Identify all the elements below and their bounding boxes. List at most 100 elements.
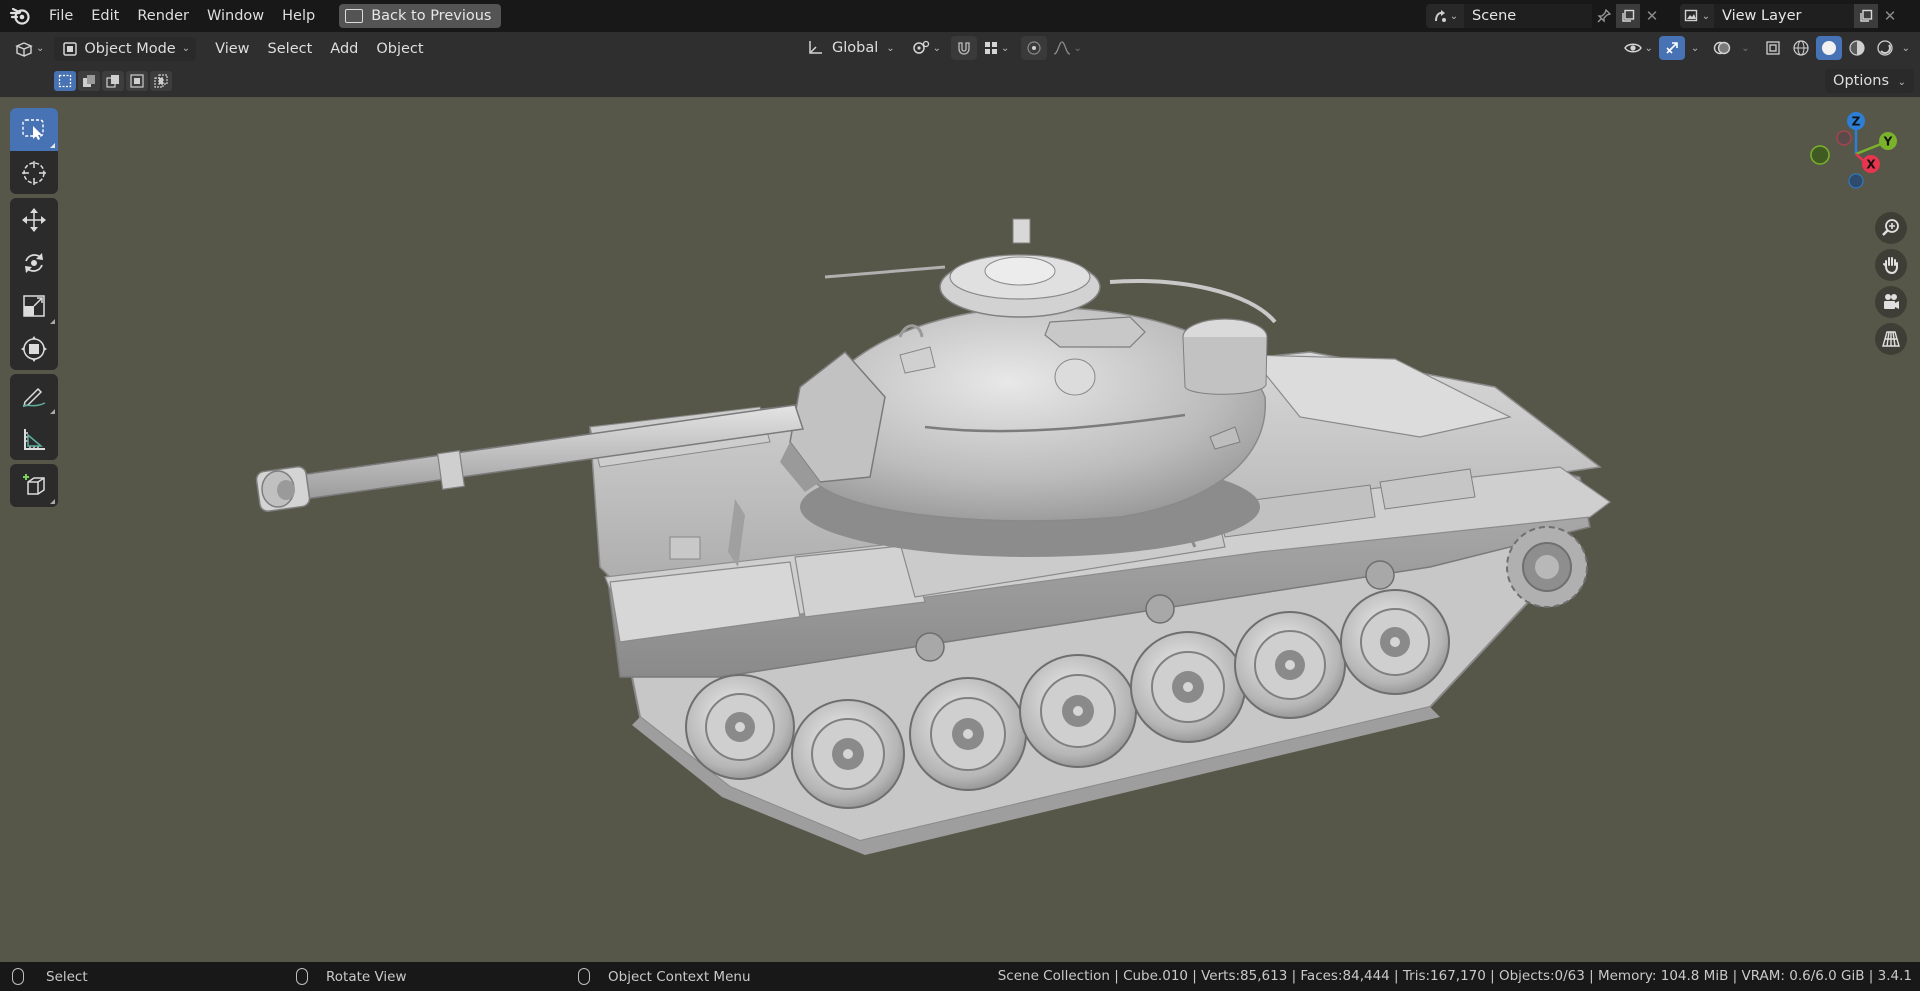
chevron-down-icon: ⌄: [36, 43, 45, 54]
pivot-point-dropdown[interactable]: ⌄: [905, 36, 947, 60]
3d-viewport[interactable]: Z Y X: [0, 97, 1920, 962]
mouse-middle-icon: [296, 968, 308, 985]
object-mode-dropdown[interactable]: Object Mode ⌄: [54, 36, 197, 61]
gizmo-neg-y[interactable]: [1810, 145, 1830, 165]
options-dropdown[interactable]: Options ⌄: [1825, 69, 1914, 93]
muzzle-brake: [255, 466, 311, 512]
shading-material-button[interactable]: [1844, 36, 1870, 60]
menu-add[interactable]: Add: [321, 37, 367, 61]
scale-icon: [23, 294, 45, 317]
shading-solid-button[interactable]: [1815, 36, 1842, 60]
overlays-icon: [1714, 41, 1731, 55]
overlays-dropdown[interactable]: ⌄: [1737, 36, 1753, 60]
chevron-down-icon: ⌄: [1073, 42, 1082, 54]
editor-type-button[interactable]: ⌄: [8, 37, 50, 61]
select-intersect-button[interactable]: [150, 71, 172, 91]
selection-mode-group: [54, 71, 172, 91]
close-icon: ✕: [1645, 7, 1659, 25]
proportional-editing-toggle[interactable]: [1021, 36, 1048, 60]
snap-toggle[interactable]: [951, 36, 978, 60]
proportional-falloff-dropdown[interactable]: ⌄: [1051, 36, 1083, 60]
annotate-measure-group: [10, 374, 58, 460]
scene-icon: [1434, 10, 1446, 22]
menu-object[interactable]: Object: [367, 37, 432, 61]
menu-help[interactable]: Help: [273, 0, 324, 32]
chevron-down-icon: ⌄: [1644, 42, 1653, 54]
scene-browse-button[interactable]: ⌄: [1426, 4, 1464, 28]
chevron-down-icon: ⌄: [1449, 10, 1459, 22]
top-menubar: File Edit Render Window Help Back to Pre…: [0, 0, 1920, 32]
select-new-button[interactable]: [54, 71, 76, 91]
shading-wireframe-button[interactable]: [1788, 36, 1814, 60]
menu-window[interactable]: Window: [198, 0, 273, 32]
move-tool[interactable]: [10, 198, 58, 241]
status-left-click: Select: [12, 968, 88, 985]
zoom-button[interactable]: [1875, 212, 1907, 244]
annotate-tool[interactable]: [10, 374, 58, 417]
transform-icon: [21, 335, 47, 362]
chevron-down-icon: ⌄: [886, 42, 895, 54]
projection-toggle-button[interactable]: [1875, 323, 1907, 355]
shading-options-dropdown[interactable]: ⌄: [1900, 36, 1912, 60]
back-to-previous-button[interactable]: Back to Previous: [339, 4, 502, 28]
scene-name-field[interactable]: Scene: [1464, 4, 1592, 28]
chevron-down-icon: ⌄: [1897, 77, 1906, 88]
gizmo-neg-z[interactable]: [1848, 173, 1864, 189]
pin-icon[interactable]: [1592, 4, 1616, 28]
select-box-tool[interactable]: [10, 108, 58, 151]
select-new-icon: [58, 74, 72, 88]
scene-statistics: Scene Collection | Cube.010 | Verts:85,6…: [997, 968, 1912, 984]
eye-icon: [1624, 43, 1643, 53]
tool-options-corner: [50, 499, 55, 504]
menu-file[interactable]: File: [40, 0, 82, 32]
rotate-tool[interactable]: [10, 241, 58, 284]
snap-target-dropdown[interactable]: ⌄: [981, 36, 1011, 60]
tank-model[interactable]: [0, 97, 1920, 962]
show-gizmo-toggle[interactable]: [1658, 36, 1685, 60]
view-layer-browse-button[interactable]: ⌄: [1680, 4, 1714, 28]
zoom-magnifier-icon: [1882, 219, 1899, 236]
gizmo-neg-x[interactable]: [1836, 130, 1852, 146]
cursor-tool[interactable]: [10, 151, 58, 194]
shading-rendered-button[interactable]: [1872, 36, 1898, 60]
transform-orientation-dropdown[interactable]: Global ⌄: [800, 36, 901, 60]
scale-tool[interactable]: [10, 284, 58, 327]
delete-view-layer-button[interactable]: ✕: [1878, 4, 1902, 28]
select-cursor-group: [10, 108, 58, 194]
select-extend-button[interactable]: [78, 71, 100, 91]
select-invert-button[interactable]: [126, 71, 148, 91]
select-invert-icon: [130, 74, 144, 88]
gizmo-icon: [1666, 42, 1678, 54]
blender-logo-icon[interactable]: [0, 0, 40, 32]
screen-back-icon: [345, 9, 364, 23]
status-select-label: Select: [46, 968, 88, 985]
pan-button[interactable]: [1875, 249, 1907, 281]
chevron-down-icon: ⌄: [1690, 42, 1700, 54]
measure-tool[interactable]: [10, 417, 58, 460]
tool-shelf: [10, 108, 58, 511]
new-view-layer-button[interactable]: [1854, 4, 1878, 28]
chevron-down-icon: ⌄: [181, 43, 191, 54]
menu-select[interactable]: Select: [259, 37, 322, 61]
show-overlays-toggle[interactable]: [1709, 36, 1735, 60]
transform-tool[interactable]: [10, 327, 58, 370]
gizmo-options-dropdown[interactable]: ⌄: [1687, 36, 1703, 60]
select-subtract-button[interactable]: [102, 71, 124, 91]
gizmo-y-label: Y: [1883, 135, 1893, 149]
add-cube-tool[interactable]: [10, 464, 58, 507]
xray-icon: [1765, 41, 1780, 55]
new-scene-button[interactable]: [1616, 4, 1640, 28]
options-label: Options: [1833, 73, 1889, 89]
xray-toggle[interactable]: [1760, 36, 1786, 60]
delete-scene-button[interactable]: ✕: [1640, 4, 1664, 28]
status-right-click: Object Context Menu: [578, 968, 751, 985]
select-extend-icon: [83, 75, 95, 87]
drive-sprocket: [1506, 526, 1588, 608]
menu-view[interactable]: View: [206, 37, 258, 61]
view-layer-name-field[interactable]: View Layer: [1714, 4, 1854, 28]
object-visibility-dropdown[interactable]: ⌄: [1620, 36, 1656, 60]
navigation-gizmo[interactable]: Z Y X: [1800, 108, 1910, 208]
menu-edit[interactable]: Edit: [82, 0, 128, 32]
camera-view-button[interactable]: [1875, 286, 1907, 318]
menu-render[interactable]: Render: [128, 0, 198, 32]
